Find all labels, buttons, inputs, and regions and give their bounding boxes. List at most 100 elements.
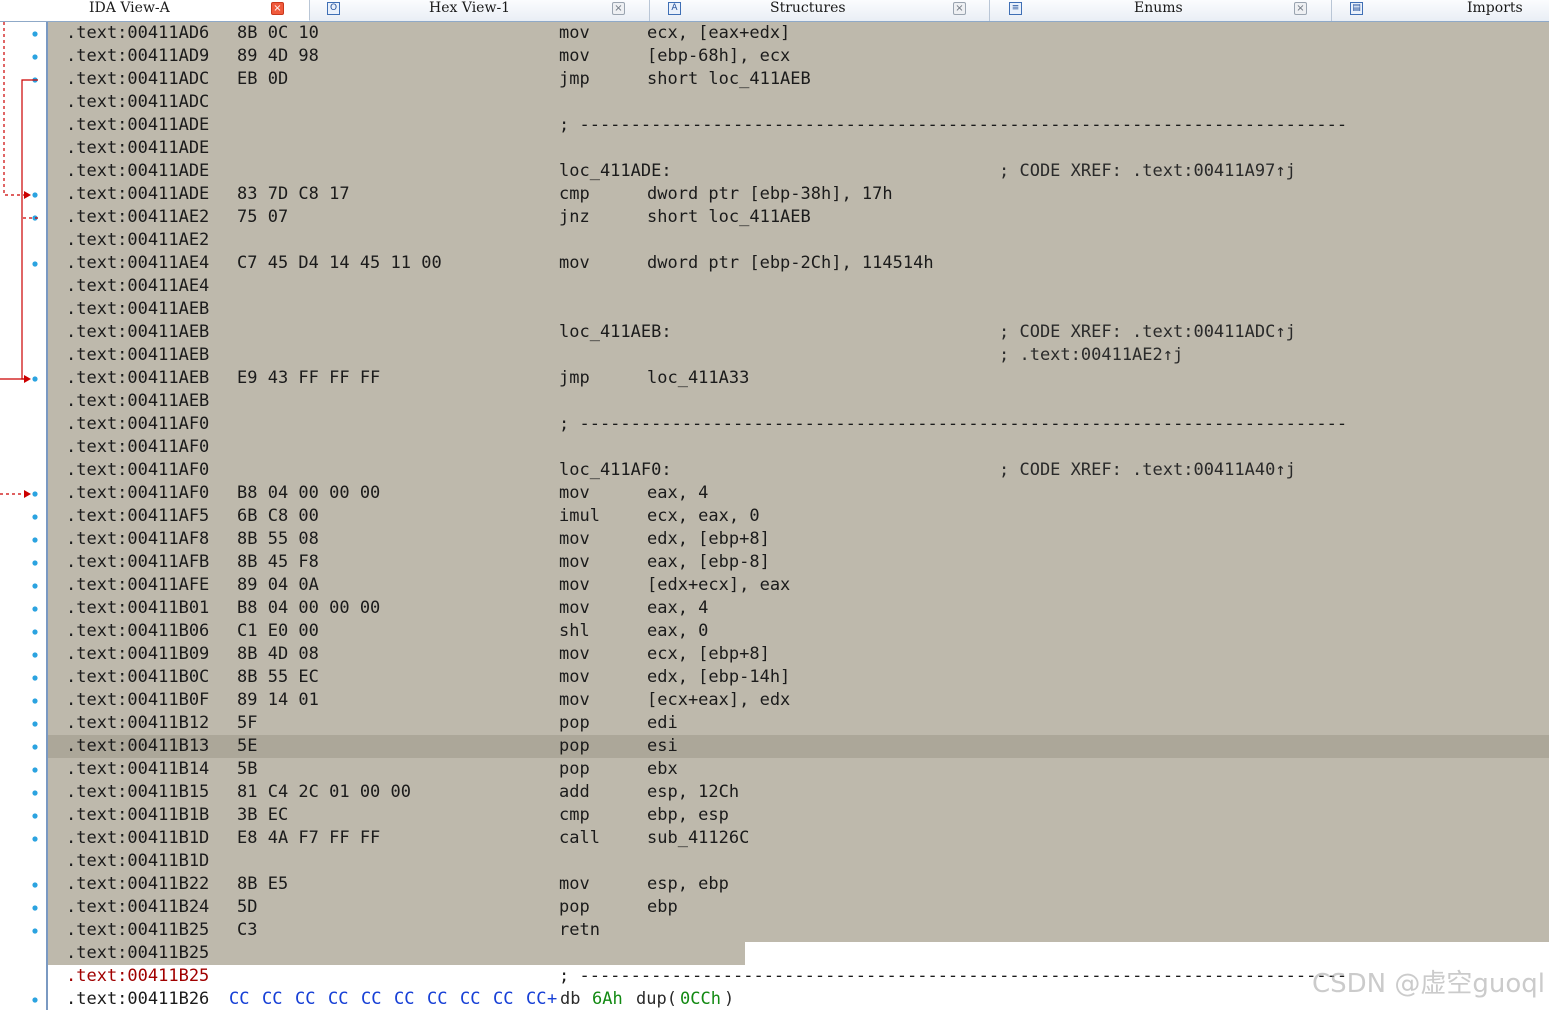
listing-line[interactable]: .text:00411AF0 B8 04 00 00 00 mov eax, 4 xyxy=(48,482,1549,505)
mnemonic[interactable]: cmp xyxy=(559,804,590,827)
mnemonic[interactable]: add xyxy=(559,781,590,804)
mnemonic[interactable]: call xyxy=(559,827,600,850)
opcode-bytes[interactable]: 5F xyxy=(237,712,257,735)
address[interactable]: .text:00411AF5 xyxy=(66,505,209,528)
dup-value[interactable]: 0CCh xyxy=(680,988,721,1010)
listing-line[interactable]: .text:00411B25 C3 retn xyxy=(48,919,1549,942)
operands[interactable]: dword ptr [ebp-38h], 17h xyxy=(647,183,893,206)
address[interactable]: .text:00411AF0 xyxy=(66,413,209,436)
listing-line[interactable]: .text:00411B1D xyxy=(48,850,1549,873)
operands[interactable]: ecx, [eax+edx] xyxy=(647,22,790,45)
tab-imports[interactable]: ▤ Imports xyxy=(1332,0,1549,21)
operands[interactable]: [edx+ecx], eax xyxy=(647,574,790,597)
fill-byte[interactable]: CC xyxy=(460,988,480,1010)
listing-line[interactable]: .text:00411ADE 83 7D C8 17 cmp dword ptr [e… xyxy=(48,183,1549,206)
close-icon[interactable]: × xyxy=(953,2,966,15)
listing-line[interactable]: .text:00411ADE ; ------------------------… xyxy=(48,114,1549,137)
mnemonic[interactable]: jmp xyxy=(559,367,590,390)
listing-line[interactable]: .text:00411AFE 89 04 0A mov [edx+ecx], eax xyxy=(48,574,1549,597)
operands[interactable]: eax, 0 xyxy=(647,620,708,643)
listing-line[interactable]: .text:00411ADC xyxy=(48,91,1549,114)
operands[interactable]: [ecx+eax], edx xyxy=(647,689,790,712)
opcode-bytes[interactable]: 89 4D 98 xyxy=(237,45,319,68)
operands[interactable]: short loc_411AEB xyxy=(647,206,811,229)
address[interactable]: .text:00411B25 xyxy=(66,942,209,965)
mnemonic[interactable]: jmp xyxy=(559,68,590,91)
close-icon[interactable]: × xyxy=(612,2,625,15)
listing-line[interactable]: .text:00411AF0 ; ------------------------… xyxy=(48,413,1549,436)
listing-line[interactable]: .text:00411B22 8B E5 mov esp, ebp xyxy=(48,873,1549,896)
listing-line[interactable]: .text:00411B06 C1 E0 00 shl eax, 0 xyxy=(48,620,1549,643)
mnemonic[interactable]: mov xyxy=(559,551,590,574)
address[interactable]: .text:00411ADE xyxy=(66,183,209,206)
listing-line[interactable]: .text:00411B13 5E pop esi xyxy=(48,735,1549,758)
mnemonic[interactable]: mov xyxy=(559,252,590,275)
address[interactable]: .text:00411B01 xyxy=(66,597,209,620)
comment[interactable]: ; .text:00411AE2↑j xyxy=(999,344,1183,367)
fill-byte[interactable]: CC xyxy=(328,988,348,1010)
fill-byte[interactable]: CC xyxy=(295,988,315,1010)
mnemonic[interactable]: ; --------------------------------------… xyxy=(559,965,1347,988)
opcode-bytes[interactable]: C7 45 D4 14 45 11 00 xyxy=(237,252,442,275)
address[interactable]: .text:00411AE4 xyxy=(66,275,209,298)
opcode-bytes[interactable]: E8 4A F7 FF FF xyxy=(237,827,380,850)
listing-line[interactable]: .text:00411B25 xyxy=(48,942,1549,965)
listing-line[interactable]: .text:00411AE4 xyxy=(48,275,1549,298)
address[interactable]: .text:00411B0C xyxy=(66,666,209,689)
opcode-bytes[interactable]: E9 43 FF FF FF xyxy=(237,367,380,390)
opcode-bytes[interactable]: 8B 55 EC xyxy=(237,666,319,689)
mnemonic[interactable]: loc_411AF0: xyxy=(559,459,672,482)
opcode-bytes[interactable]: 3B EC xyxy=(237,804,288,827)
mnemonic[interactable]: ; --------------------------------------… xyxy=(559,413,1347,436)
listing-line[interactable]: .text:00411AFB 8B 45 F8 mov eax, [ebp-8] xyxy=(48,551,1549,574)
directive[interactable]: db xyxy=(560,988,580,1010)
operands[interactable]: eax, 4 xyxy=(647,597,708,620)
mnemonic[interactable]: loc_411AEB: xyxy=(559,321,672,344)
address[interactable]: .text:00411B22 xyxy=(66,873,209,896)
opcode-bytes[interactable]: 81 C4 2C 01 00 00 xyxy=(237,781,411,804)
listing-line[interactable]: .text:00411AEB xyxy=(48,390,1549,413)
address[interactable]: .text:00411B0F xyxy=(66,689,209,712)
opcode-bytes[interactable]: 8B 0C 10 xyxy=(237,22,319,45)
fill-byte[interactable]: CC xyxy=(262,988,282,1010)
mnemonic[interactable]: mov xyxy=(559,666,590,689)
mnemonic[interactable]: jnz xyxy=(559,206,590,229)
plus-sign[interactable]: + xyxy=(547,988,557,1010)
mnemonic[interactable]: cmp xyxy=(559,183,590,206)
operands[interactable]: ebp xyxy=(647,896,678,919)
address[interactable]: .text:00411B25 xyxy=(66,919,209,942)
listing-line[interactable]: .text:00411AF5 6B C8 00 imul ecx, eax, 0 xyxy=(48,505,1549,528)
listing-line[interactable]: .text:00411AD6 8B 0C 10 mov ecx, [eax+edx] xyxy=(48,22,1549,45)
address[interactable]: .text:00411B24 xyxy=(66,896,209,919)
address[interactable]: .text:00411B25 xyxy=(66,965,209,988)
address[interactable]: .text:00411B26 xyxy=(66,988,209,1010)
dup-close[interactable]: ) xyxy=(724,988,734,1010)
address[interactable]: .text:00411B13 xyxy=(66,735,209,758)
opcode-bytes[interactable]: 83 7D C8 17 xyxy=(237,183,350,206)
fill-byte[interactable]: CC xyxy=(427,988,447,1010)
address[interactable]: .text:00411B1D xyxy=(66,827,209,850)
address[interactable]: .text:00411ADC xyxy=(66,68,209,91)
opcode-bytes[interactable]: 8B 45 F8 xyxy=(237,551,319,574)
address[interactable]: .text:00411AD9 xyxy=(66,45,209,68)
address[interactable]: .text:00411AEB xyxy=(66,321,209,344)
listing-line[interactable]: .text:00411B14 5B pop ebx xyxy=(48,758,1549,781)
mnemonic[interactable]: mov xyxy=(559,689,590,712)
address[interactable]: .text:00411B12 xyxy=(66,712,209,735)
mnemonic[interactable]: shl xyxy=(559,620,590,643)
opcode-bytes[interactable]: C3 xyxy=(237,919,257,942)
tab-hex-view-1[interactable]: O Hex View-1 × xyxy=(310,0,650,21)
address[interactable]: .text:00411ADE xyxy=(66,114,209,137)
address[interactable]: .text:00411ADC xyxy=(66,91,209,114)
listing-line[interactable]: .text:00411B24 5D pop ebp xyxy=(48,896,1549,919)
opcode-bytes[interactable]: 8B 4D 08 xyxy=(237,643,319,666)
operands[interactable]: esi xyxy=(647,735,678,758)
operands[interactable]: ebx xyxy=(647,758,678,781)
operands[interactable]: [ebp-68h], ecx xyxy=(647,45,790,68)
address[interactable]: .text:00411B14 xyxy=(66,758,209,781)
listing-line[interactable]: .text:00411AE2 xyxy=(48,229,1549,252)
comment[interactable]: ; CODE XREF: .text:00411A97↑j xyxy=(999,160,1296,183)
address[interactable]: .text:00411AE4 xyxy=(66,252,209,275)
listing-line[interactable]: .text:00411AEB ; .text:00411AE2↑j xyxy=(48,344,1549,367)
opcode-bytes[interactable]: 6B C8 00 xyxy=(237,505,319,528)
